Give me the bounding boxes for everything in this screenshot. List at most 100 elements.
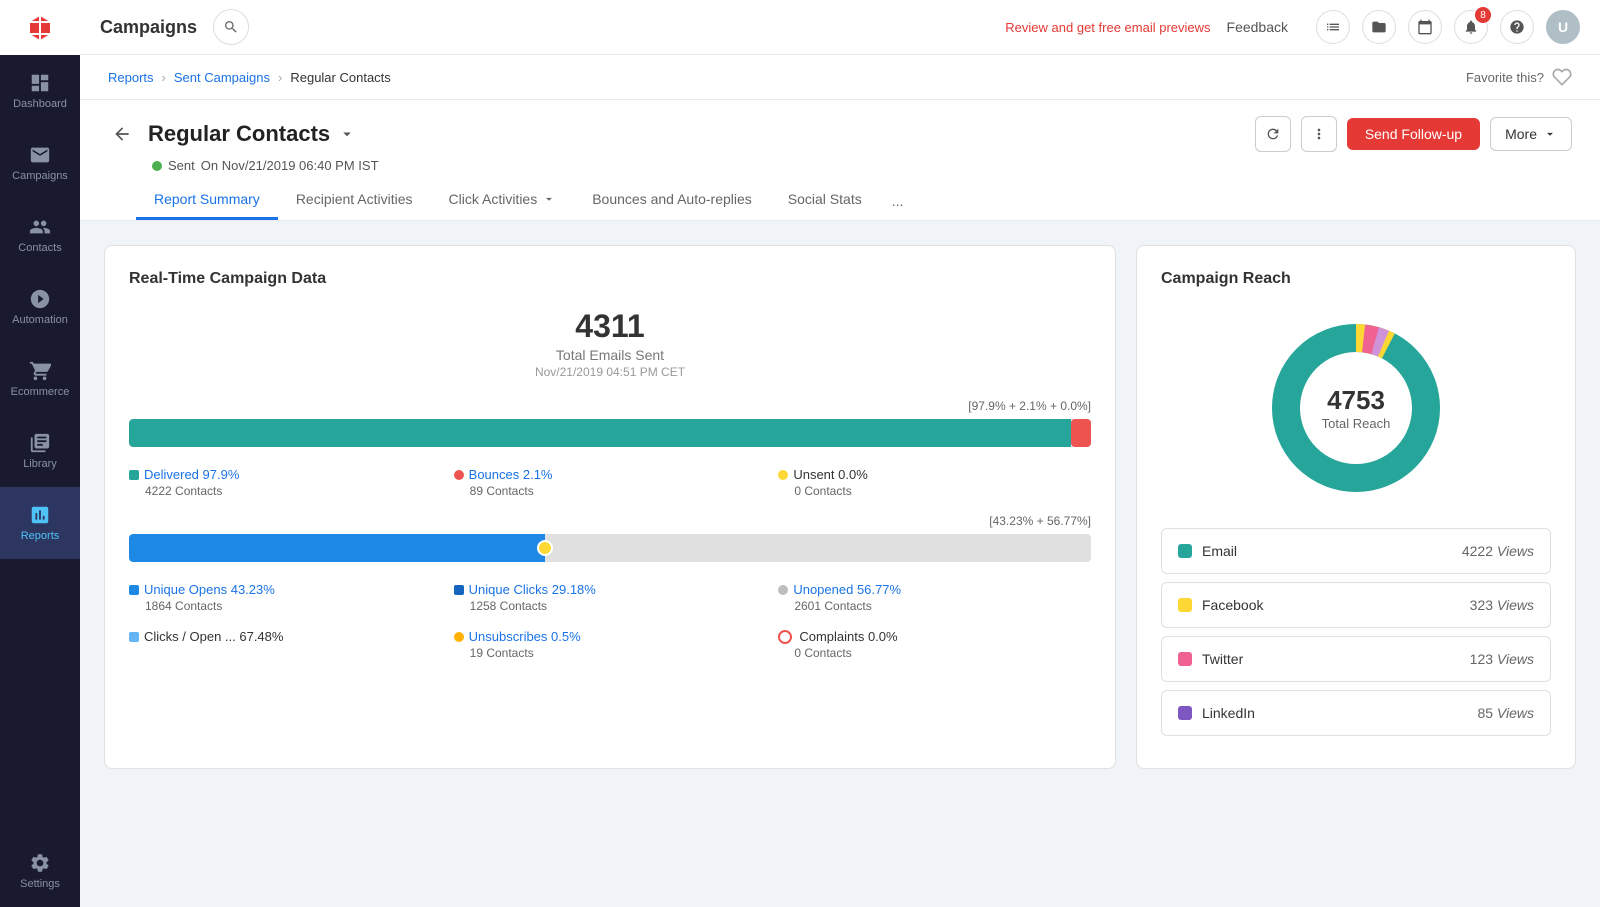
folder-icon-btn[interactable] (1362, 10, 1396, 44)
help-icon-btn[interactable] (1500, 10, 1534, 44)
app-logo[interactable] (0, 0, 80, 55)
sidebar-contacts-label: Contacts (18, 242, 61, 254)
unique-opens-dot (129, 585, 139, 595)
total-emails-timestamp: Nov/21/2019 04:51 PM CET (129, 365, 1091, 379)
linkedin-views: 85 Views (1477, 705, 1534, 721)
reach-list: Email 4222 Views Facebook 323 Views (1161, 528, 1551, 744)
more-button[interactable]: More (1490, 117, 1572, 151)
opens-bar (129, 534, 545, 562)
breadcrumb-sep-2: › (278, 70, 282, 85)
sidebar-item-library[interactable]: Library (0, 415, 80, 487)
reach-card: Campaign Reach (1136, 245, 1576, 769)
sidebar-item-dashboard[interactable]: Dashboard (0, 55, 80, 127)
tab-social-stats[interactable]: Social Stats (770, 181, 880, 220)
stat-unopened: Unopened 56.77% 2601 Contacts (778, 582, 1091, 613)
bounces-link[interactable]: Bounces 2.1% (469, 467, 553, 482)
sidebar-item-campaigns[interactable]: Campaigns (0, 127, 80, 199)
sidebar-bottom: Settings (0, 835, 80, 907)
breadcrumb-sent-campaigns[interactable]: Sent Campaigns (174, 70, 270, 85)
page-header: Regular Contacts Send Follow-up More (80, 100, 1600, 221)
unsubscribes-link[interactable]: Unsubscribes 0.5% (469, 629, 581, 644)
unopened-link[interactable]: Unopened 56.77% (793, 582, 901, 597)
breadcrumb-bar: Reports › Sent Campaigns › Regular Conta… (80, 55, 1600, 100)
sidebar-campaigns-label: Campaigns (12, 170, 68, 182)
tab-report-summary[interactable]: Report Summary (136, 181, 278, 220)
stat-unique-clicks: Unique Clicks 29.18% 1258 Contacts (454, 582, 767, 613)
linkedin-name: LinkedIn (1202, 705, 1477, 721)
sidebar-item-contacts[interactable]: Contacts (0, 199, 80, 271)
sidebar-automation-label: Automation (12, 314, 68, 326)
sidebar-item-automation[interactable]: Automation (0, 271, 80, 343)
delivery-progress-label: [97.9% + 2.1% + 0.0%] (129, 399, 1091, 413)
reach-item-facebook[interactable]: Facebook 323 Views (1161, 582, 1551, 628)
breadcrumb-sep-1: › (162, 70, 166, 85)
unsubscribes-dot (454, 632, 464, 642)
sidebar-item-settings[interactable]: Settings (0, 835, 80, 907)
tabs: Report Summary Recipient Activities Clic… (136, 181, 1572, 220)
notification-icon-btn[interactable]: 8 (1454, 10, 1488, 44)
sent-badge: Sent On Nov/21/2019 06:40 PM IST (152, 158, 1572, 173)
unique-opens-value: 1864 Contacts (129, 599, 442, 613)
send-followup-button[interactable]: Send Follow-up (1347, 118, 1480, 150)
total-emails-number: 4311 (129, 308, 1091, 345)
back-button[interactable] (108, 120, 136, 148)
clicks-open-label: Clicks / Open ... 67.48% (144, 629, 283, 644)
delivered-dot (129, 470, 139, 480)
notification-badge: 8 (1475, 7, 1491, 23)
tab-recipient-activities[interactable]: Recipient Activities (278, 181, 431, 220)
page-title-container: Regular Contacts (148, 121, 356, 147)
topbar: Campaigns Review and get free email prev… (80, 0, 1600, 55)
unique-clicks-value: 1258 Contacts (454, 599, 767, 613)
realtime-card: Real-Time Campaign Data 4311 Total Email… (104, 245, 1116, 769)
calendar-icon-btn[interactable] (1408, 10, 1442, 44)
donut-total-number: 4753 (1322, 385, 1391, 416)
sent-label: Sent (168, 158, 195, 173)
unsent-value: 0 Contacts (778, 484, 1091, 498)
email-dot (1178, 544, 1192, 558)
realtime-title: Real-Time Campaign Data (129, 270, 1091, 288)
search-button[interactable] (213, 9, 249, 45)
unique-opens-link[interactable]: Unique Opens 43.23% (144, 582, 275, 597)
reach-item-linkedin[interactable]: LinkedIn 85 Views (1161, 690, 1551, 736)
refresh-button[interactable] (1255, 116, 1291, 152)
unique-clicks-link[interactable]: Unique Clicks 29.18% (469, 582, 596, 597)
breadcrumb: Reports › Sent Campaigns › Regular Conta… (108, 70, 391, 85)
twitter-name: Twitter (1202, 651, 1470, 667)
sidebar-item-ecommerce[interactable]: Ecommerce (0, 343, 80, 415)
donut-chart-container: 4753 Total Reach (1161, 308, 1551, 508)
delivered-link[interactable]: Delivered 97.9% (144, 467, 239, 482)
linkedin-dot (1178, 706, 1192, 720)
favorite-area[interactable]: Favorite this? (1466, 67, 1572, 87)
opens-progress-track (129, 534, 1091, 562)
twitter-views: 123 Views (1470, 651, 1534, 667)
user-avatar[interactable]: U (1546, 10, 1580, 44)
tab-click-activities[interactable]: Click Activities (431, 181, 575, 220)
reach-title: Campaign Reach (1161, 270, 1551, 288)
complaints-value: 0 Contacts (778, 646, 1091, 660)
tab-more-button[interactable]: ... (880, 183, 916, 219)
bounces-value: 89 Contacts (454, 484, 767, 498)
reach-item-twitter[interactable]: Twitter 123 Views (1161, 636, 1551, 682)
total-emails-label: Total Emails Sent (129, 347, 1091, 363)
stat-unsent: Unsent 0.0% 0 Contacts (778, 467, 1091, 498)
facebook-dot (1178, 598, 1192, 612)
tab-bounces[interactable]: Bounces and Auto-replies (574, 181, 770, 220)
more-label: More (1505, 126, 1537, 142)
click-activities-chevron-icon (542, 192, 556, 206)
clicks-open-dot (129, 632, 139, 642)
breadcrumb-reports[interactable]: Reports (108, 70, 154, 85)
settings-report-button[interactable] (1301, 116, 1337, 152)
delivery-progress-track (129, 419, 1091, 447)
page-title-chevron-icon[interactable] (338, 125, 356, 143)
stat-delivered: Delivered 97.9% 4222 Contacts (129, 467, 442, 498)
page-header-top: Regular Contacts Send Follow-up More (108, 116, 1572, 152)
sent-dot (152, 161, 162, 171)
sidebar-item-reports[interactable]: Reports (0, 487, 80, 559)
promo-text[interactable]: Review and get free email previews (1005, 20, 1210, 35)
list-icon-btn[interactable] (1316, 10, 1350, 44)
feedback-link[interactable]: Feedback (1227, 19, 1288, 35)
delivered-bar (129, 419, 1071, 447)
donut-total-label: Total Reach (1322, 416, 1391, 431)
bounced-bar (1071, 419, 1091, 447)
reach-item-email[interactable]: Email 4222 Views (1161, 528, 1551, 574)
